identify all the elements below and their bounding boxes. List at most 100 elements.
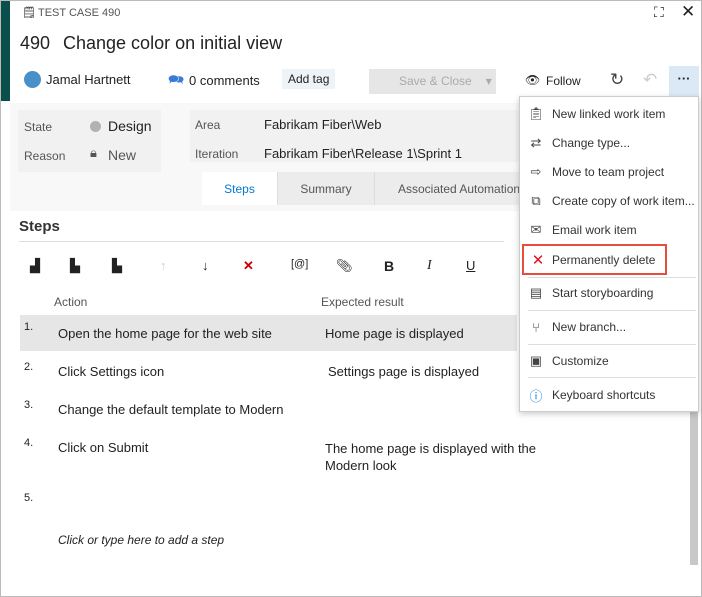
table-row[interactable]: 3. Change the default template to Modern xyxy=(20,395,517,431)
save-close-button[interactable]: Save & Close ▾ xyxy=(369,69,496,94)
close-icon[interactable]: ✕ xyxy=(681,2,695,22)
info-icon: ⓘ xyxy=(529,388,543,404)
state-dot-icon xyxy=(90,121,101,132)
menu-item-email-work-item[interactable]: ✉ Email work item xyxy=(520,217,698,243)
step-expected[interactable]: Settings page is displayed xyxy=(328,364,479,379)
undo-icon[interactable]: ↶ xyxy=(643,70,657,90)
refresh-icon[interactable]: ↻ xyxy=(610,70,624,90)
menu-label: Keyboard shortcuts xyxy=(552,388,656,402)
create-shared-steps-icon[interactable]: ▙ xyxy=(112,258,122,274)
divider xyxy=(528,277,696,278)
add-step-placeholder[interactable]: Click or type here to add a step xyxy=(58,533,224,547)
column-expected: Expected result xyxy=(321,295,404,309)
avatar xyxy=(24,71,41,88)
menu-item-keyboard-shortcuts[interactable]: ⓘ Keyboard shortcuts xyxy=(520,382,698,408)
reason-label: Reason xyxy=(24,149,66,163)
menu-item-start-storyboarding[interactable]: ▤ Start storyboarding xyxy=(520,280,698,306)
state-label: State xyxy=(24,120,53,134)
menu-item-new-branch[interactable]: ⑂ New branch... xyxy=(520,314,698,340)
column-action: Action xyxy=(54,295,88,309)
move-up-icon[interactable]: ↑ xyxy=(160,258,167,273)
scrollbar[interactable] xyxy=(690,400,698,565)
menu-label: Change type... xyxy=(552,136,631,150)
menu-item-move-to-team-project[interactable]: ⇨ Move to team project xyxy=(520,159,698,185)
insert-shared-steps-icon[interactable]: ▙ xyxy=(70,258,80,274)
save-close-label: Save & Close xyxy=(399,74,472,88)
menu-label: Create copy of work item... xyxy=(552,194,695,208)
step-expected[interactable]: Home page is displayed xyxy=(325,326,464,341)
divider xyxy=(528,344,696,345)
step-action[interactable]: Click on Submit xyxy=(58,440,148,455)
attachment-icon[interactable]: 📎︎ xyxy=(336,258,353,274)
menu-label: Email work item xyxy=(552,223,637,237)
maximize-icon[interactable]: ⛶ xyxy=(654,4,664,21)
underline-icon[interactable]: U xyxy=(466,258,475,273)
area-value[interactable]: Fabrikam Fiber\Web xyxy=(264,117,382,132)
assignee[interactable]: Jamal Hartnett xyxy=(46,72,131,87)
chevron-down-icon[interactable]: ▾ xyxy=(486,74,492,88)
steps-heading: Steps xyxy=(19,218,60,235)
menu-item-create-copy[interactable]: ⧉ Create copy of work item... xyxy=(520,188,698,214)
comments-icon: 🗪 xyxy=(168,72,185,87)
test-case-icon: 🗒 xyxy=(22,7,36,19)
mail-icon: ✉ xyxy=(530,222,542,237)
step-number: 2. xyxy=(24,361,34,373)
menu-label: Start storyboarding xyxy=(552,286,654,300)
reason-value: New xyxy=(108,147,137,163)
iteration-value[interactable]: Fabrikam Fiber\Release 1\Sprint 1 xyxy=(264,146,462,161)
branch-icon: ⑂ xyxy=(532,319,540,335)
work-item-id: 490 xyxy=(20,33,51,53)
accent-bar xyxy=(1,1,10,101)
clipboard-check-icon: 📋︎ xyxy=(527,106,545,121)
menu-item-new-linked-work-item[interactable]: 📋︎ New linked work item xyxy=(520,101,698,127)
work-item-title[interactable]: Change color on initial view xyxy=(63,33,282,54)
divider xyxy=(528,377,696,378)
eye-icon: 👁 xyxy=(525,73,541,87)
step-action[interactable]: Change the default template to Modern xyxy=(58,402,283,417)
lock-icon: 🔒︎ xyxy=(90,145,97,160)
menu-label: New branch... xyxy=(552,320,627,334)
tab-summary[interactable]: Summary xyxy=(278,172,375,205)
bold-icon[interactable]: B xyxy=(384,258,394,274)
italic-icon[interactable]: I xyxy=(427,258,432,274)
table-row[interactable]: 4. Click on Submit The home page is disp… xyxy=(20,433,536,483)
menu-item-permanently-delete[interactable]: ✕ Permanently delete xyxy=(522,244,667,275)
add-tag-button[interactable]: Add tag xyxy=(282,69,336,89)
insert-step-icon[interactable]: ▟ xyxy=(30,258,40,274)
x-icon: ✕ xyxy=(531,251,545,269)
more-actions-button[interactable]: ··· xyxy=(669,66,699,96)
divider xyxy=(528,310,696,311)
customize-icon: ▣ xyxy=(529,353,543,368)
state-value[interactable]: Design xyxy=(108,118,152,134)
work-item-type: TEST CASE 490 xyxy=(38,7,121,19)
swap-arrows-icon: ⇄ xyxy=(530,135,542,150)
table-row[interactable]: 5. xyxy=(20,488,517,518)
step-number: 4. xyxy=(24,437,34,449)
delete-step-icon[interactable]: ✕ xyxy=(243,258,254,274)
iteration-label: Iteration xyxy=(195,147,239,161)
follow-button[interactable]: Follow xyxy=(546,74,581,88)
insert-parameter-icon[interactable]: [@] xyxy=(291,258,308,270)
step-action[interactable]: Open the home page for the web site xyxy=(58,326,272,341)
menu-item-customize[interactable]: ▣ Customize xyxy=(520,348,698,374)
area-label: Area xyxy=(195,118,221,132)
move-down-icon[interactable]: ↓ xyxy=(202,258,209,273)
menu-label: New linked work item xyxy=(552,107,666,121)
move-icon: ⇨ xyxy=(530,164,542,179)
storyboard-icon: ▤ xyxy=(529,285,543,300)
menu-item-change-type[interactable]: ⇄ Change type... xyxy=(520,130,698,156)
menu-label: Move to team project xyxy=(552,165,665,179)
copy-icon: ⧉ xyxy=(531,193,541,208)
tab-steps[interactable]: Steps xyxy=(202,172,278,205)
step-expected[interactable]: The home page is displayed with the Mode… xyxy=(325,440,550,474)
divider xyxy=(19,241,504,242)
step-action[interactable]: Click Settings icon xyxy=(58,364,164,379)
table-row[interactable]: 1. Open the home page for the web site H… xyxy=(20,315,517,351)
comments-link[interactable]: 0 comments xyxy=(189,73,260,88)
step-number: 5. xyxy=(24,492,34,504)
tab-associated-automation[interactable]: Associated Automation xyxy=(375,172,520,205)
step-number: 3. xyxy=(24,399,34,411)
table-row[interactable]: 2. Click Settings icon Settings page is … xyxy=(20,357,517,393)
menu-label: Permanently delete xyxy=(552,252,656,267)
menu-label: Customize xyxy=(552,354,609,368)
